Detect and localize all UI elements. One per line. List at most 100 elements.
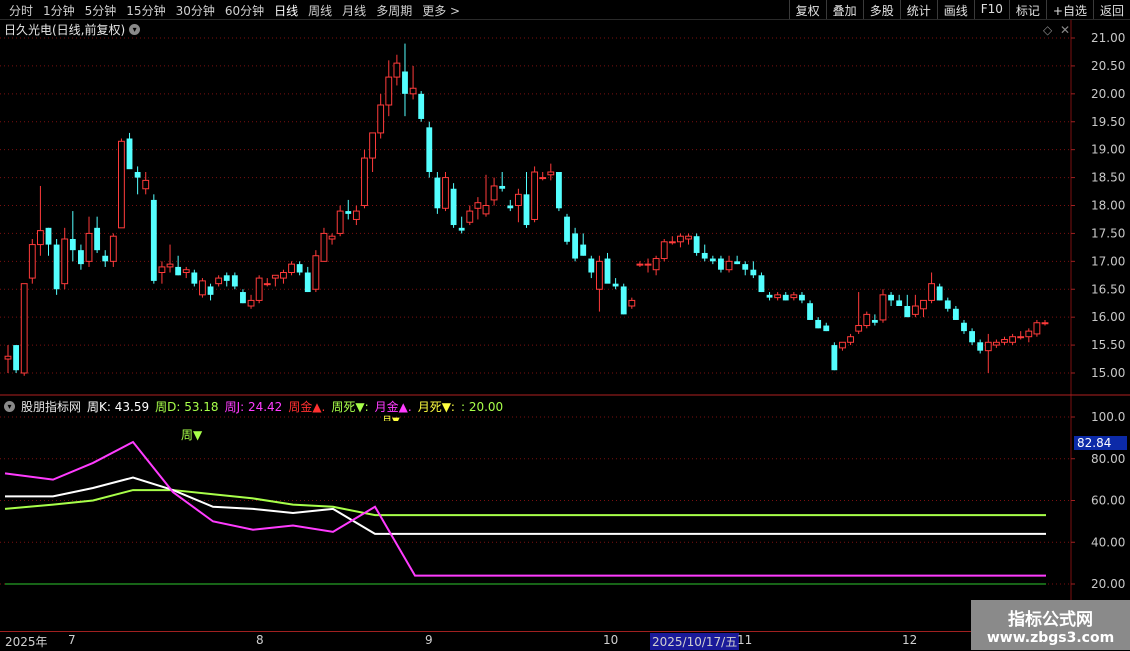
month-death-signal: 月▼ — [382, 412, 400, 421]
candle-body-down — [499, 185, 506, 189]
candle-body-up — [385, 76, 393, 106]
candle-body-up — [442, 177, 449, 209]
month-label: 12 — [902, 633, 918, 647]
candle-body-up — [1001, 339, 1008, 343]
candle-body-up — [685, 235, 692, 240]
candle-body-up — [369, 132, 376, 159]
candle-body-down — [150, 199, 157, 281]
candle-body-down — [426, 127, 433, 172]
candle-body-up — [911, 305, 919, 315]
candle-body-up — [774, 294, 782, 299]
candle-body-down — [507, 205, 514, 209]
price-tick-label: 15.00 — [1091, 366, 1125, 380]
candle-body-down — [523, 194, 530, 226]
candle-body-down — [304, 272, 311, 293]
candle-body-up — [595, 260, 603, 290]
candle-body-down — [952, 308, 959, 320]
indicator-tick-label: 80.00 — [1091, 452, 1125, 466]
candle-body-up — [199, 280, 206, 296]
candle-body-down — [94, 227, 101, 251]
candle-body-down — [718, 258, 724, 270]
candle-body-down — [231, 275, 238, 287]
candle-body-down — [742, 264, 749, 270]
j-series-line — [4, 440, 1046, 577]
candle-body-down — [888, 294, 894, 301]
candle-body-down — [555, 172, 562, 209]
candle-body-down — [871, 319, 878, 323]
chevron-down-icon[interactable]: ▾ — [4, 401, 15, 412]
candle-body-up — [247, 299, 255, 307]
price-tick-label: 21.00 — [1091, 31, 1125, 45]
candle-body-down — [434, 177, 441, 209]
candle-body-down — [53, 244, 60, 290]
candle-body-up — [847, 336, 854, 343]
candle-body-up — [280, 272, 287, 279]
candle-body-down — [13, 345, 20, 371]
candle-body-down — [458, 227, 465, 231]
candle-body-up — [1033, 322, 1041, 335]
candle-body-down — [782, 294, 789, 301]
candle-body-up — [1009, 336, 1017, 343]
candle-body-down — [758, 275, 765, 293]
candle-body-up — [1025, 330, 1033, 338]
candle-body-down — [831, 345, 838, 371]
candle-body-down — [175, 266, 182, 276]
candle-body-up — [320, 232, 328, 262]
candle-body-down — [620, 286, 627, 315]
candle-body-up — [61, 238, 69, 285]
candle-body-up — [466, 210, 474, 223]
candle-body-down — [961, 322, 967, 332]
candle-body-down — [580, 244, 587, 256]
candle-body-up — [547, 171, 555, 176]
candle-body-down — [572, 233, 579, 259]
candle-body-down — [896, 300, 903, 306]
candle-body-up — [312, 255, 320, 290]
price-tick-label: 19.50 — [1091, 115, 1125, 129]
candle-body-up — [255, 277, 263, 301]
candle-body-up — [336, 210, 344, 234]
candle-body-down — [588, 258, 595, 273]
candle-body-down — [345, 211, 352, 214]
month-label: 7 — [68, 633, 76, 647]
indicator-legend: ▾ 股朋指标网 周K: 43.59 周D: 53.18 周J: 24.42 周金… — [4, 398, 503, 415]
price-tick-label: 19.00 — [1091, 143, 1125, 157]
candle-body-down — [612, 283, 619, 287]
d-series-line — [4, 489, 1046, 517]
month-label: 11 — [737, 633, 753, 647]
candle-body-up — [36, 230, 44, 246]
candle-body-down — [191, 272, 198, 284]
candle-body-down — [69, 239, 76, 251]
month-label: 10 — [603, 633, 619, 647]
candle-body-up — [677, 235, 684, 243]
candle-body-up — [409, 87, 417, 95]
week-gold-label: 周金▲. — [288, 400, 326, 414]
candle-body-down — [604, 258, 611, 284]
k-value: 周K: 43.59 — [87, 400, 150, 414]
candle-body-up — [166, 263, 174, 268]
candle-body-up — [928, 283, 935, 301]
candlestick-chart[interactable]: 21.00 20.50 20.00 19.50 19.00 18.50 18.00 17.50… — [0, 0, 1130, 650]
candle-body-down — [402, 71, 408, 94]
candle-body-down — [102, 255, 109, 262]
candle-body-up — [984, 341, 992, 352]
candle-body-up — [725, 260, 733, 271]
level-label: : 20.00 — [460, 399, 504, 414]
candle-body-down — [807, 303, 813, 320]
candle-body-up — [20, 283, 28, 374]
candle-body-down — [701, 252, 708, 259]
candle-body-up — [992, 341, 1000, 346]
candle-body-down — [977, 342, 984, 351]
year-label: 2025年 — [5, 635, 48, 649]
candle-body-up — [636, 263, 644, 266]
candle-body-up — [879, 294, 887, 321]
candle-body-up — [118, 140, 125, 229]
price-tick-label: 15.50 — [1091, 338, 1125, 352]
price-tick-label: 18.00 — [1091, 199, 1125, 213]
candle-body-down — [936, 286, 943, 301]
week-death-label: 周死▼: — [331, 400, 369, 414]
candle-body-up — [668, 241, 676, 244]
cursor-date: 2025/10/17/五 — [650, 633, 740, 650]
candle-body-up — [263, 283, 271, 286]
indicator-tick-label: 40.00 — [1091, 535, 1125, 549]
candle-body-up — [839, 341, 846, 349]
